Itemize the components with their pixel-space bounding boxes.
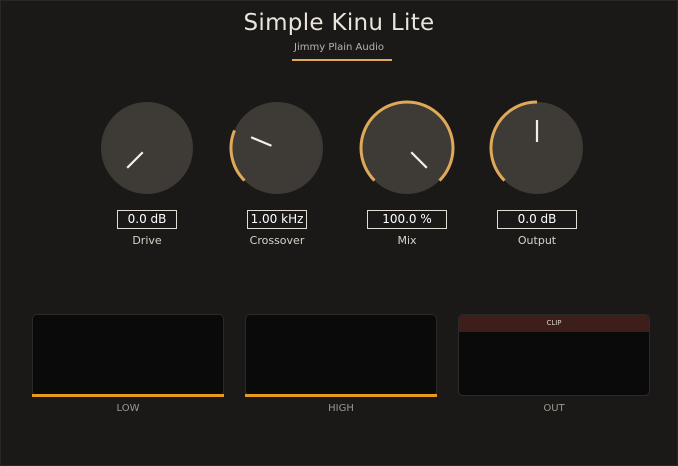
meter-high — [245, 314, 437, 397]
output-knob-icon[interactable] — [487, 98, 587, 198]
meter-low-label: LOW — [116, 403, 140, 414]
meter-low-level — [32, 394, 224, 397]
knob-body — [101, 102, 193, 194]
plugin-vendor: Jimmy Plain Audio — [294, 42, 384, 53]
meter-low — [32, 314, 224, 397]
meter-high-level — [245, 394, 437, 397]
knob-body — [231, 102, 323, 194]
plugin-title: Simple Kinu Lite — [243, 10, 435, 36]
crossover-label: Crossover — [249, 234, 305, 247]
drive-label: Drive — [132, 234, 162, 247]
drive-knob-icon[interactable] — [97, 98, 197, 198]
mix-knob-icon[interactable] — [357, 98, 457, 198]
mix-label: Mix — [397, 234, 417, 247]
drive-value[interactable]: 0.0 dB — [117, 210, 177, 229]
crossover-value[interactable]: 1.00 kHz — [247, 210, 307, 229]
output-value[interactable]: 0.0 dB — [497, 210, 577, 229]
clip-indicator[interactable]: CLIP — [459, 315, 649, 332]
crossover-knob-icon[interactable] — [227, 98, 327, 198]
mix-value[interactable]: 100.0 % — [367, 210, 447, 229]
meter-out: CLIP — [458, 314, 650, 396]
meter-high-label: HIGH — [328, 403, 354, 414]
output-label: Output — [517, 234, 557, 247]
meter-out-label: OUT — [543, 403, 565, 414]
title-underline — [292, 59, 392, 61]
